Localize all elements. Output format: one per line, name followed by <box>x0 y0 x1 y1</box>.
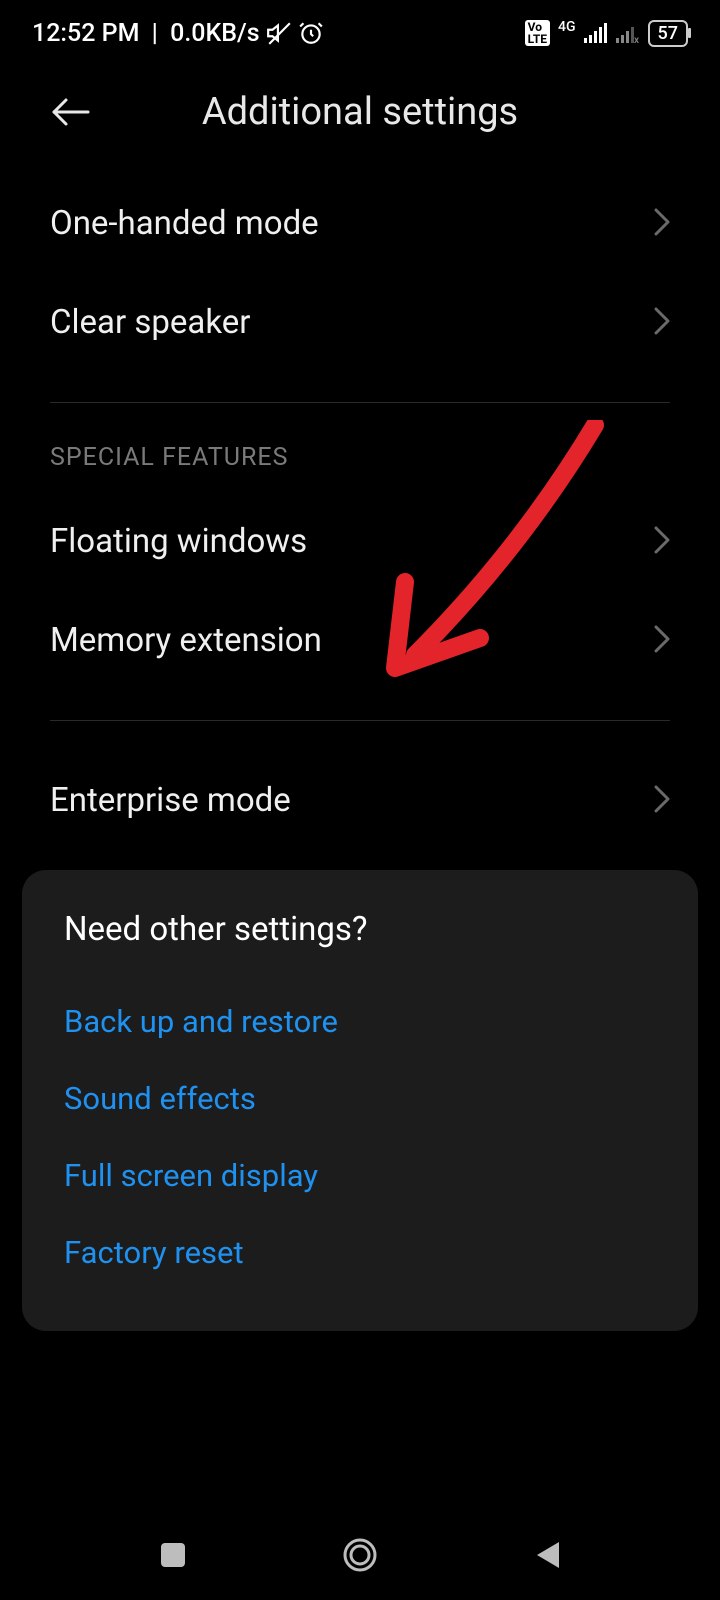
item-label: Floating windows <box>50 522 307 561</box>
chevron-right-icon <box>654 526 670 558</box>
item-one-handed-mode[interactable]: One-handed mode <box>0 174 720 273</box>
item-label: Memory extension <box>50 621 322 660</box>
battery-icon: 57 <box>648 20 688 47</box>
alarm-icon <box>298 20 324 46</box>
status-separator: | <box>145 19 164 48</box>
divider <box>50 402 670 403</box>
suggestion-fullscreen[interactable]: Full screen display <box>64 1137 656 1214</box>
nav-home-button[interactable] <box>335 1530 385 1580</box>
nav-recent-button[interactable] <box>148 1530 198 1580</box>
item-floating-windows[interactable]: Floating windows <box>0 492 720 591</box>
item-memory-extension[interactable]: Memory extension <box>0 591 720 690</box>
item-label: Enterprise mode <box>50 781 291 820</box>
navigation-bar <box>0 1510 720 1600</box>
status-right: VoLTE 4G x 57 <box>525 19 688 47</box>
divider <box>50 720 670 721</box>
mute-icon <box>266 20 292 46</box>
signal-1-icon <box>584 23 608 43</box>
back-button[interactable] <box>50 96 90 128</box>
suggestion-backup[interactable]: Back up and restore <box>64 983 656 1060</box>
nav-back-button[interactable] <box>522 1530 572 1580</box>
item-label: Clear speaker <box>50 303 250 342</box>
suggestions-card: Need other settings? Back up and restore… <box>22 870 698 1331</box>
page-title: Additional settings <box>90 90 630 134</box>
svg-text:x: x <box>634 35 639 43</box>
chevron-right-icon <box>654 208 670 240</box>
suggestion-sound[interactable]: Sound effects <box>64 1060 656 1137</box>
network-type-label: 4G <box>558 19 576 35</box>
volte-icon: VoLTE <box>525 20 550 46</box>
status-bar: 12:52 PM | 0.0KB/s VoLTE 4G <box>0 0 720 60</box>
section-special-features: SPECIAL FEATURES <box>0 433 720 492</box>
signal-2-icon: x <box>616 23 640 43</box>
suggestions-title: Need other settings? <box>64 910 656 949</box>
battery-level: 57 <box>658 23 678 44</box>
item-label: One-handed mode <box>50 204 319 243</box>
suggestion-factory-reset[interactable]: Factory reset <box>64 1214 656 1291</box>
page-header: Additional settings <box>0 60 720 174</box>
status-left: 12:52 PM | 0.0KB/s <box>32 19 324 48</box>
item-enterprise-mode[interactable]: Enterprise mode <box>0 751 720 850</box>
item-clear-speaker[interactable]: Clear speaker <box>0 273 720 372</box>
chevron-right-icon <box>654 785 670 817</box>
status-data-rate: 0.0KB/s <box>170 19 260 48</box>
status-time: 12:52 PM <box>32 19 139 48</box>
chevron-right-icon <box>654 625 670 657</box>
chevron-right-icon <box>654 307 670 339</box>
